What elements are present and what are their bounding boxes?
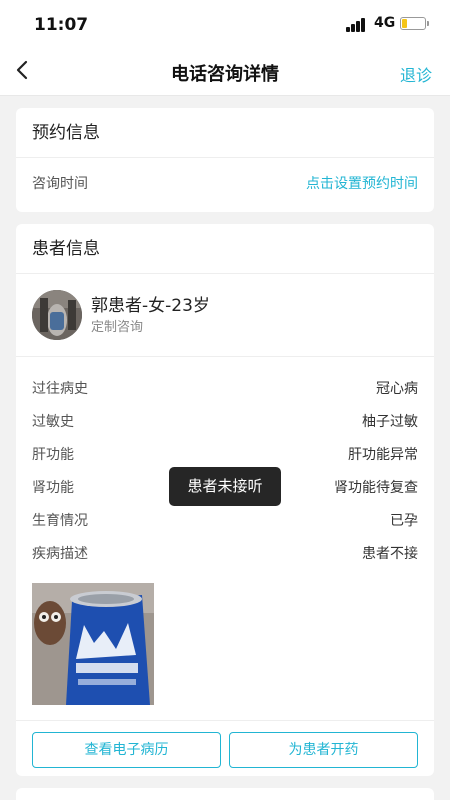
detail-value: 肾功能待复查 [334,480,418,496]
detail-label: 肝功能 [32,447,74,463]
action-bar: 查看电子病历 为患者开药 [16,720,434,776]
patient-summary: 郭患者-女-23岁 定制咨询 [16,274,434,357]
nav-bar: 电话咨询详情 退诊 [0,46,450,96]
detail-value: 肝功能异常 [348,447,418,463]
battery-icon [400,17,429,30]
withdraw-button[interactable]: 退诊 [400,62,432,86]
detail-row-description: 疾病描述 患者不接 [16,538,434,571]
status-bar: 11:07 4G [0,0,450,46]
consult-time-row: 咨询时间 点击设置预约时间 [16,168,434,201]
prescribe-button[interactable]: 为患者开药 [229,732,418,768]
detail-label: 肾功能 [32,480,74,496]
appointment-card: 预约信息 咨询时间 点击设置预约时间 [16,108,434,212]
detail-label: 过敏史 [32,414,74,430]
patient-name: 郭患者-女-23岁 [91,296,210,316]
detail-row-fertility: 生育情况 已孕 [16,505,434,538]
consult-time-label: 咨询时间 [32,176,88,192]
detail-value: 冠心病 [376,381,418,397]
next-card [16,788,434,800]
detail-value: 已孕 [390,513,418,529]
status-time: 11:07 [34,15,89,35]
consult-type: 定制咨询 [91,320,144,335]
network-label: 4G [374,15,396,31]
toast-message: 患者未接听 [169,467,281,506]
appointment-header: 预约信息 [16,108,434,158]
detail-row-allergy: 过敏史 柚子过敏 [16,406,434,439]
detail-label: 疾病描述 [32,546,88,562]
detail-value: 柚子过敏 [362,414,418,430]
avatar [32,290,82,340]
set-appointment-time-link[interactable]: 点击设置预约时间 [306,168,418,201]
detail-label: 生育情况 [32,513,88,529]
attached-photo[interactable] [32,583,154,705]
signal-icon [346,18,368,32]
page-title: 电话咨询详情 [171,64,279,85]
detail-label: 过往病史 [32,381,88,397]
patient-header: 患者信息 [16,224,434,274]
view-emr-button[interactable]: 查看电子病历 [32,732,221,768]
detail-row-history: 过往病史 冠心病 [16,373,434,406]
detail-value: 患者不接 [362,546,418,562]
